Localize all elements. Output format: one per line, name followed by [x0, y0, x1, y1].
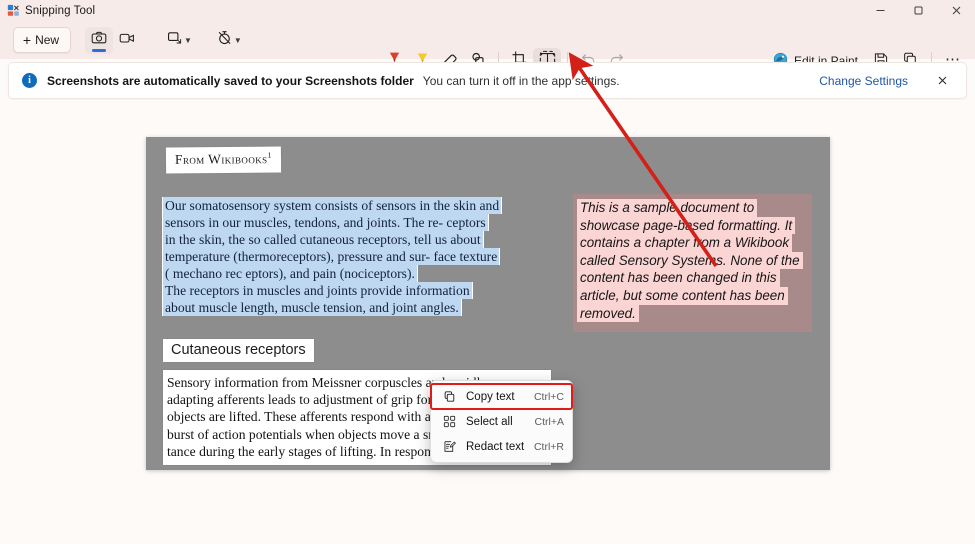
section-heading: Cutaneous receptors — [163, 339, 314, 362]
video-camera-icon — [119, 30, 135, 51]
minimize-button[interactable] — [861, 0, 899, 21]
callout-note: This is a sample document to showcase pa… — [577, 199, 813, 323]
record-mode-button[interactable] — [113, 27, 141, 54]
maximize-button[interactable] — [899, 0, 937, 21]
context-menu-item-redact-text[interactable]: Redact text Ctrl+R — [431, 434, 572, 459]
select-all-icon — [441, 415, 457, 428]
snip-canvas[interactable]: From Wikibooks1 Our somatosensory system… — [0, 100, 975, 544]
notification-subtitle: You can turn it off in the app settings. — [422, 73, 620, 88]
context-menu-shortcut: Ctrl+C — [533, 390, 564, 403]
change-settings-link[interactable]: Change Settings — [819, 74, 908, 88]
context-menu-item-copy-text[interactable]: Copy text Ctrl+C — [430, 383, 573, 410]
snip-delay-dropdown[interactable]: ▼ — [211, 27, 247, 54]
callout-line: called Sensory Systems. None of the — [577, 251, 803, 270]
selected-text-line: ( mechano rec eptors), and pain (nocicep… — [163, 265, 417, 282]
notification-bar: i Screenshots are automatically saved to… — [8, 62, 967, 99]
chevron-down-icon: ▼ — [184, 35, 192, 45]
callout-line: contains a chapter from a Wikibook — [577, 234, 793, 252]
copy-icon — [441, 390, 457, 403]
timer-off-icon — [216, 29, 233, 51]
document-source-label: From Wikibooks — [174, 151, 268, 167]
new-snip-label: New — [35, 33, 60, 47]
rectangle-shape-icon — [166, 29, 183, 51]
context-menu-item-select-all[interactable]: Select all Ctrl+A — [431, 409, 572, 434]
context-menu-label: Copy text — [466, 390, 515, 403]
selected-text-line: in the skin, the so called cutaneous rec… — [163, 231, 483, 248]
main-toolbar: + New ▼ ▼ Edit in Paint ⋯ — [0, 21, 975, 75]
title-bar: Snipping Tool — [0, 0, 975, 21]
app-title: Snipping Tool — [25, 4, 96, 17]
redact-icon — [441, 440, 457, 453]
context-menu-label: Redact text — [466, 440, 525, 453]
document-source-header: From Wikibooks1 — [165, 146, 282, 174]
notification-close-button[interactable] — [930, 69, 954, 93]
context-menu-shortcut: Ctrl+R — [533, 440, 564, 453]
context-menu-label: Select all — [466, 415, 513, 428]
callout-line: removed. — [577, 304, 639, 323]
callout-line: article, but some content has been — [577, 286, 788, 305]
callout-line: showcase page-based formatting. It — [577, 216, 796, 235]
new-snip-button[interactable]: + New — [13, 27, 71, 53]
selected-text-line: Our somatosensory system consists of sen… — [163, 197, 502, 214]
text-actions-context-menu[interactable]: Copy text Ctrl+C Select all Ctrl+A Redac… — [430, 380, 573, 463]
snip-shape-dropdown[interactable]: ▼ — [161, 27, 197, 54]
snipping-tool-icon — [7, 4, 20, 17]
callout-line: This is a sample document to — [577, 199, 758, 217]
selected-text-line: temperature (thermoreceptors), pressure … — [163, 248, 500, 265]
snipping-tool-window: Snipping Tool + New ▼ ▼ Edit in Paint ⋯ … — [0, 0, 975, 544]
camera-icon — [91, 30, 107, 51]
selected-text-line: The receptors in muscles and joints prov… — [163, 282, 472, 299]
selected-text-paragraph[interactable]: Our somatosensory system consists of sen… — [163, 197, 557, 316]
context-menu-shortcut: Ctrl+A — [534, 415, 564, 428]
chevron-down-icon: ▼ — [233, 35, 242, 45]
notification-title: Screenshots are automatically saved to y… — [47, 73, 414, 88]
info-icon: i — [22, 73, 37, 88]
plus-icon: + — [22, 32, 32, 48]
close-button[interactable] — [937, 0, 975, 21]
title-bar-left: Snipping Tool — [0, 4, 95, 17]
snip-mode-button[interactable] — [85, 26, 113, 54]
footnote-marker: 1 — [267, 150, 272, 160]
selected-text-line: sensors in our muscles, tendons, and joi… — [163, 214, 488, 231]
capture-mode-group — [85, 26, 141, 54]
callout-line: content has been changed in this — [577, 269, 780, 287]
selected-text-line: about muscle length, muscle tension, and… — [163, 299, 461, 316]
window-controls — [861, 0, 975, 21]
